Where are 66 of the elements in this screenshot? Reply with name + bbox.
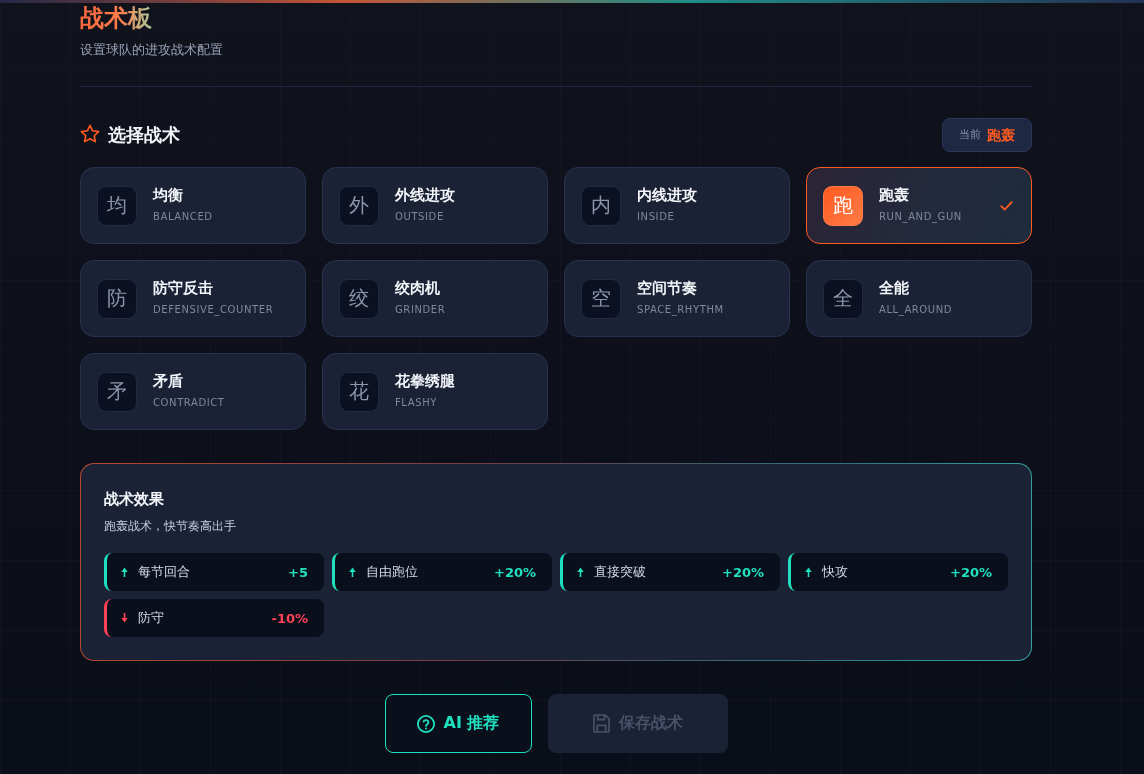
star-icon [80, 123, 100, 143]
ai-recommend-button[interactable]: AI 推荐 [384, 694, 532, 753]
current-label: 当前 [959, 128, 981, 142]
tactic-name: 外线进攻 [395, 184, 456, 205]
section-title: 选择战术 [108, 123, 180, 147]
tactic-code: RUN_AND_GUN [879, 209, 963, 224]
tactic-glyph: 内 [581, 185, 621, 226]
tactic-card[interactable]: 外 外线进攻 OUTSIDE [322, 167, 548, 244]
panel-title: 战术效果 [104, 489, 165, 509]
tactic-code: FLASHY [395, 395, 438, 410]
effect-label: 每节回合 [138, 563, 190, 581]
tactic-card[interactable]: 绞 绞肉机 GRINDER [322, 260, 548, 337]
tactic-name: 防守反击 [153, 277, 214, 298]
tactic-card[interactable]: 防 防守反击 DEFENSIVE_COUNTER [80, 260, 306, 337]
tactic-code: GRINDER [395, 302, 447, 317]
tactic-name: 绞肉机 [395, 277, 441, 298]
tactic-glyph: 花 [339, 371, 379, 412]
tactic-glyph: 跑 [823, 185, 863, 226]
panel-description: 跑轰战术，快节奏高出手 [104, 518, 237, 535]
tactic-card[interactable]: 跑 跑轰 RUN_AND_GUN [806, 167, 1032, 244]
tactic-name: 跑轰 [879, 184, 910, 205]
tactic-name: 全能 [879, 277, 910, 298]
down-arrow-icon [121, 613, 128, 623]
tactic-glyph: 全 [823, 278, 863, 319]
effect-value: +5 [288, 564, 308, 580]
effect-value: +20% [950, 564, 992, 580]
question-circle-icon [416, 714, 435, 733]
effect-label: 防守 [138, 609, 164, 627]
page-subtitle: 设置球队的进攻战术配置 [80, 42, 223, 58]
tactic-code: INSIDE [637, 209, 676, 224]
effect-label: 快攻 [822, 563, 848, 581]
tactic-code: CONTRADICT [153, 395, 226, 410]
tactic-card[interactable]: 均 均衡 BALANCED [80, 167, 306, 244]
tactic-card[interactable]: 矛 矛盾 CONTRADICT [80, 353, 306, 430]
up-arrow-icon [805, 567, 812, 577]
tactic-code: DEFENSIVE_COUNTER [153, 302, 275, 317]
up-arrow-icon [349, 567, 356, 577]
tactic-card[interactable]: 内 内线进攻 INSIDE [564, 167, 790, 244]
tactic-glyph: 矛 [97, 371, 137, 412]
tactic-glyph: 空 [581, 278, 621, 319]
tactic-code: OUTSIDE [395, 209, 445, 224]
tactic-card[interactable]: 空 空间节奏 SPACE_RHYTHM [564, 260, 790, 337]
tactic-name: 花拳绣腿 [395, 370, 456, 391]
tactic-name: 内线进攻 [637, 184, 698, 205]
tactic-name: 空间节奏 [637, 277, 698, 298]
check-icon [1000, 200, 1013, 211]
tactic-card[interactable]: 全 全能 ALL_AROUND [806, 260, 1032, 337]
effect-value: -10% [271, 610, 308, 626]
tactic-glyph: 外 [339, 185, 379, 226]
tactic-code: SPACE_RHYTHM [637, 302, 725, 317]
tactic-code: ALL_AROUND [879, 302, 954, 317]
up-arrow-icon [121, 567, 128, 577]
tactic-card[interactable]: 花 花拳绣腿 FLASHY [322, 353, 548, 430]
effect-value: +20% [722, 564, 764, 580]
up-arrow-icon [577, 567, 584, 577]
tactic-glyph: 均 [97, 185, 137, 226]
tactic-name: 均衡 [153, 184, 184, 205]
tactic-name: 矛盾 [153, 370, 184, 391]
tactic-glyph: 绞 [339, 278, 379, 319]
effect-label: 直接突破 [594, 563, 646, 581]
page-title: 战术板 [80, 4, 152, 32]
current-tactic-name: 跑轰 [987, 126, 1015, 144]
tactic-code: BALANCED [153, 209, 214, 224]
effect-label: 自由跑位 [366, 563, 418, 581]
effect-value: +20% [494, 564, 536, 580]
tactic-glyph: 防 [97, 278, 137, 319]
